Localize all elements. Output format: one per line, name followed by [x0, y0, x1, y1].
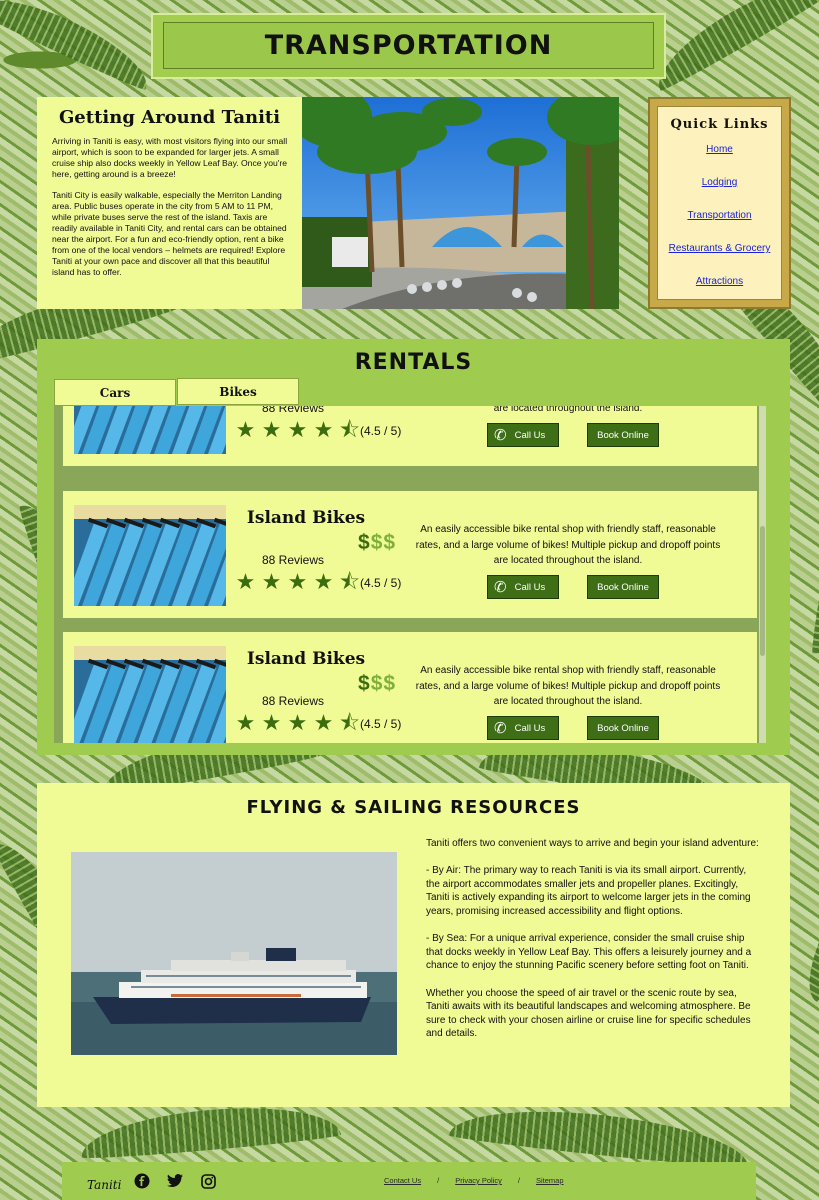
- footer-link-contact[interactable]: Contact Us: [384, 1176, 421, 1185]
- footer-separator: /: [517, 1176, 520, 1185]
- price-symbol: $: [358, 672, 371, 695]
- rating-text: (4.5 / 5): [360, 424, 402, 438]
- page-title: TRANSPORTATION: [264, 30, 553, 61]
- rating-star-icon: ★: [313, 710, 334, 735]
- quick-links-heading: Quick Links: [670, 117, 769, 132]
- star-rating: ★ ★ ★ ★ ⯪: [233, 419, 362, 441]
- star-rating: ★ ★ ★ ★ ⯪: [233, 571, 362, 593]
- quick-links-frame: Quick Links Home Lodging Transportation …: [657, 106, 782, 300]
- rating-star-icon: ★: [287, 710, 308, 735]
- facebook-icon[interactable]: [133, 1172, 151, 1190]
- call-us-label: Call Us: [514, 581, 546, 593]
- intro-panel: Getting Around Taniti Arriving in Taniti…: [37, 97, 302, 309]
- quick-link-lodging[interactable]: Lodging: [658, 177, 781, 188]
- call-us-button[interactable]: ✆ Call Us: [487, 716, 559, 740]
- intro-paragraph-2: Taniti City is easily walkable, especial…: [52, 190, 287, 277]
- tab-bikes[interactable]: Bikes: [177, 378, 299, 405]
- book-online-button[interactable]: Book Online: [587, 575, 659, 599]
- intro-heading: Getting Around Taniti: [58, 107, 281, 128]
- scrollbar-thumb[interactable]: [760, 526, 765, 656]
- phone-icon: ✆: [494, 427, 507, 444]
- phone-icon: ✆: [494, 579, 507, 596]
- resources-heading: FLYING & SAILING RESOURCES: [246, 797, 581, 818]
- rating-star-icon: ★: [235, 417, 256, 442]
- star-rating: ★ ★ ★ ★ ⯪: [233, 712, 362, 734]
- rating-star-icon: ★: [235, 710, 256, 735]
- review-count[interactable]: 88 Reviews: [238, 406, 348, 415]
- rating-star-icon: ★: [261, 569, 282, 594]
- phone-icon: ✆: [494, 720, 507, 737]
- bike-rental-image: [74, 505, 226, 606]
- rentals-section: RENTALS Cars Bikes Island Bikes 88 Review…: [37, 339, 790, 755]
- rating-star-icon: ⯪: [339, 710, 360, 735]
- footer: Taniti Contact Us / Privacy Policy / Sit…: [62, 1162, 756, 1200]
- price-symbol: $: [383, 531, 397, 554]
- page-title-frame: TRANSPORTATION: [163, 22, 654, 69]
- rental-name: Island Bikes: [246, 649, 366, 669]
- call-us-label: Call Us: [514, 429, 546, 441]
- page-title-banner: TRANSPORTATION: [151, 13, 666, 79]
- resources-paragraph: - By Air: The primary way to reach Tanit…: [426, 865, 751, 917]
- price-level: $$$: [358, 531, 396, 555]
- rental-list[interactable]: Island Bikes88 Reviews★★★★⯪$$$(4.5 / 5)A…: [54, 406, 766, 743]
- rating-star-icon: ★: [313, 417, 334, 442]
- bike-rental-image: [74, 406, 226, 454]
- rating-star-icon: ⯪: [339, 569, 360, 594]
- quick-link-transportation[interactable]: Transportation: [658, 210, 781, 221]
- book-online-button[interactable]: Book Online: [587, 716, 659, 740]
- resources-paragraph: Whether you choose the speed of air trav…: [426, 987, 751, 1040]
- rentals-heading: RENTALS: [354, 350, 473, 375]
- price-level: $$$: [358, 672, 396, 696]
- rating-star-icon: ⯪: [339, 417, 360, 442]
- rental-name: Island Bikes: [246, 508, 366, 528]
- book-online-button[interactable]: Book Online: [587, 423, 659, 447]
- rating-star-icon: ★: [261, 710, 282, 735]
- rental-description: An easily accessible bike rental shop wi…: [493, 406, 643, 414]
- quick-links-panel: Quick Links Home Lodging Transportation …: [648, 97, 791, 309]
- twitter-icon[interactable]: [166, 1172, 184, 1190]
- call-us-label: Call Us: [514, 722, 546, 734]
- cruise-ship-image: [71, 852, 397, 1055]
- quick-link-home[interactable]: Home: [658, 144, 781, 155]
- rating-star-icon: ★: [287, 569, 308, 594]
- hero-image-arch: [302, 97, 619, 309]
- price-symbol: $: [383, 672, 397, 695]
- rating-star-icon: ★: [313, 569, 334, 594]
- footer-separator: /: [437, 1176, 440, 1185]
- tab-cars[interactable]: Cars: [54, 379, 176, 406]
- rental-card: Island Bikes88 Reviews★★★★⯪$$$(4.5 / 5)A…: [63, 632, 757, 743]
- footer-link-sitemap[interactable]: Sitemap: [536, 1176, 564, 1185]
- instagram-icon[interactable]: [199, 1172, 217, 1190]
- footer-links: Contact Us / Privacy Policy / Sitemap: [384, 1176, 564, 1185]
- resources-section: FLYING & SAILING RESOURCES Taniti offers…: [37, 783, 790, 1107]
- rental-card: Island Bikes88 Reviews★★★★⯪$$$(4.5 / 5)A…: [63, 406, 757, 466]
- bike-rental-image: [74, 646, 226, 743]
- rating-star-icon: ★: [235, 569, 256, 594]
- price-symbol: $: [358, 531, 371, 554]
- quick-link-restaurants[interactable]: Restaurants & Grocery: [658, 243, 781, 254]
- review-count[interactable]: 88 Reviews: [238, 694, 348, 708]
- call-us-button[interactable]: ✆ Call Us: [487, 423, 559, 447]
- rental-list-scrollbar[interactable]: [759, 406, 766, 743]
- rental-description: An easily accessible bike rental shop wi…: [415, 524, 721, 566]
- footer-logo[interactable]: Taniti: [87, 1178, 121, 1192]
- rating-star-icon: ★: [261, 417, 282, 442]
- price-symbol: $: [370, 672, 384, 695]
- resources-text: Taniti offers two convenient ways to arr…: [426, 837, 760, 1055]
- review-count[interactable]: 88 Reviews: [238, 553, 348, 567]
- rental-card: Island Bikes88 Reviews★★★★⯪$$$(4.5 / 5)A…: [63, 491, 757, 618]
- rating-star-icon: ★: [287, 417, 308, 442]
- call-us-button[interactable]: ✆ Call Us: [487, 575, 559, 599]
- rating-text: (4.5 / 5): [360, 717, 402, 731]
- resources-paragraph: - By Sea: For a unique arrival experienc…: [426, 933, 752, 972]
- footer-link-privacy[interactable]: Privacy Policy: [455, 1176, 502, 1185]
- resources-paragraph: Taniti offers two convenient ways to arr…: [426, 838, 759, 849]
- intro-paragraph-1: Arriving in Taniti is easy, with most vi…: [52, 136, 288, 179]
- rental-description: An easily accessible bike rental shop wi…: [415, 665, 721, 707]
- rating-text: (4.5 / 5): [360, 576, 402, 590]
- quick-link-attractions[interactable]: Attractions: [658, 276, 781, 287]
- price-symbol: $: [370, 531, 384, 554]
